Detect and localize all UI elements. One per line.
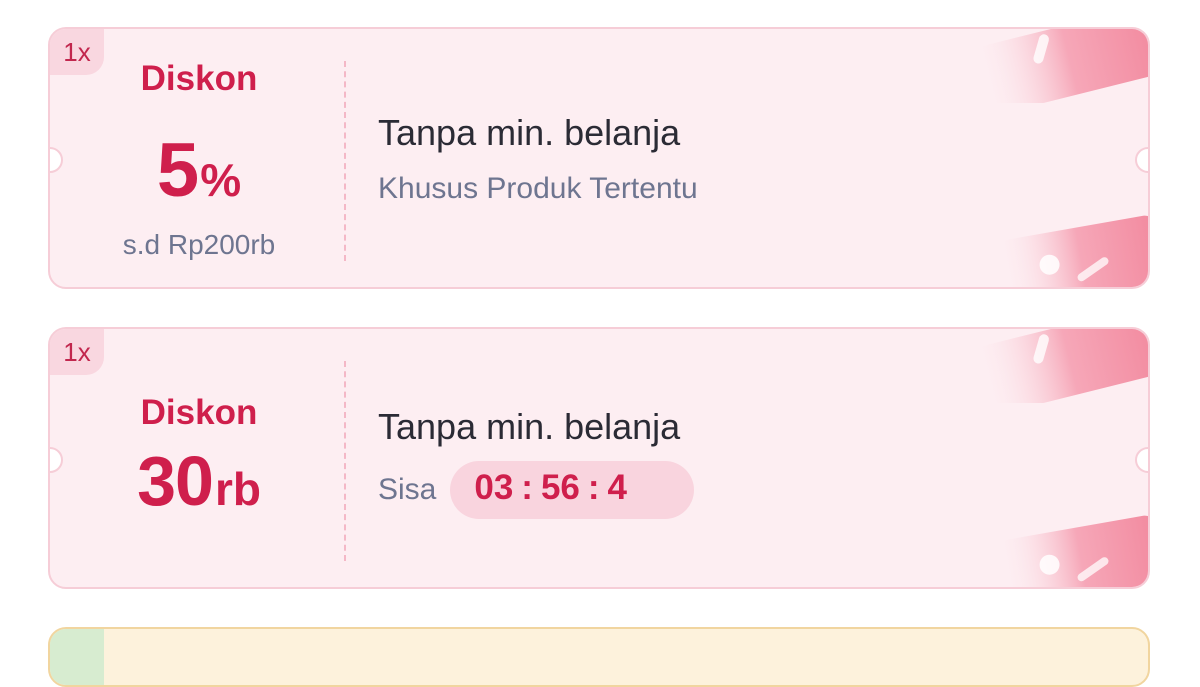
discount-unit: % [200,154,242,206]
discount-value: 5 [156,128,199,213]
timer-minutes: 56 [540,468,580,507]
discount-unit: rb [214,463,261,515]
notch-right [1135,147,1148,173]
notch-right [1135,447,1148,473]
discount-summary: Diskon 30rb [50,329,348,587]
discount-amount: 5% [50,127,348,214]
voucher-title: Tanpa min. belanja [378,112,681,153]
timer-seconds: 4 [607,468,628,507]
ticket-decoration-icon [998,215,1148,287]
discount-summary: Diskon 5% s.d Rp200rb [50,29,348,287]
voucher-title: Tanpa min. belanja [378,406,681,447]
ticket-decoration-icon [998,515,1148,587]
dashed-divider [344,361,346,561]
dashed-divider [344,61,346,261]
timer-separator: : [587,468,600,507]
ticket-decoration-icon [976,329,1148,403]
countdown-digits: 03:56:4 [474,468,627,508]
usage-badge [50,629,104,685]
countdown-row: Sisa 03:56:4 [378,461,695,519]
discount-label: Diskon [140,59,258,98]
discount-amount: 30rb [50,441,348,521]
discount-label: Diskon [140,393,258,432]
timer-separator: : [521,468,533,507]
ticket-decoration-icon [976,29,1148,103]
timer-label: Sisa [378,473,437,506]
voucher-card-3[interactable] [48,627,1150,687]
discount-cap: s.d Rp200rb [122,229,276,260]
voucher-subtitle: Khusus Produk Tertentu [378,172,698,205]
voucher-card-1[interactable]: 1x Diskon 5% s.d Rp200rb Tanpa min. bela… [48,27,1150,289]
timer-hours: 03 [474,468,514,507]
voucher-card-2[interactable]: 1x Diskon 30rb Tanpa min. belanja Sisa 0… [48,327,1150,589]
discount-value: 30 [137,442,214,520]
countdown-timer: 03:56:4 [450,461,695,519]
